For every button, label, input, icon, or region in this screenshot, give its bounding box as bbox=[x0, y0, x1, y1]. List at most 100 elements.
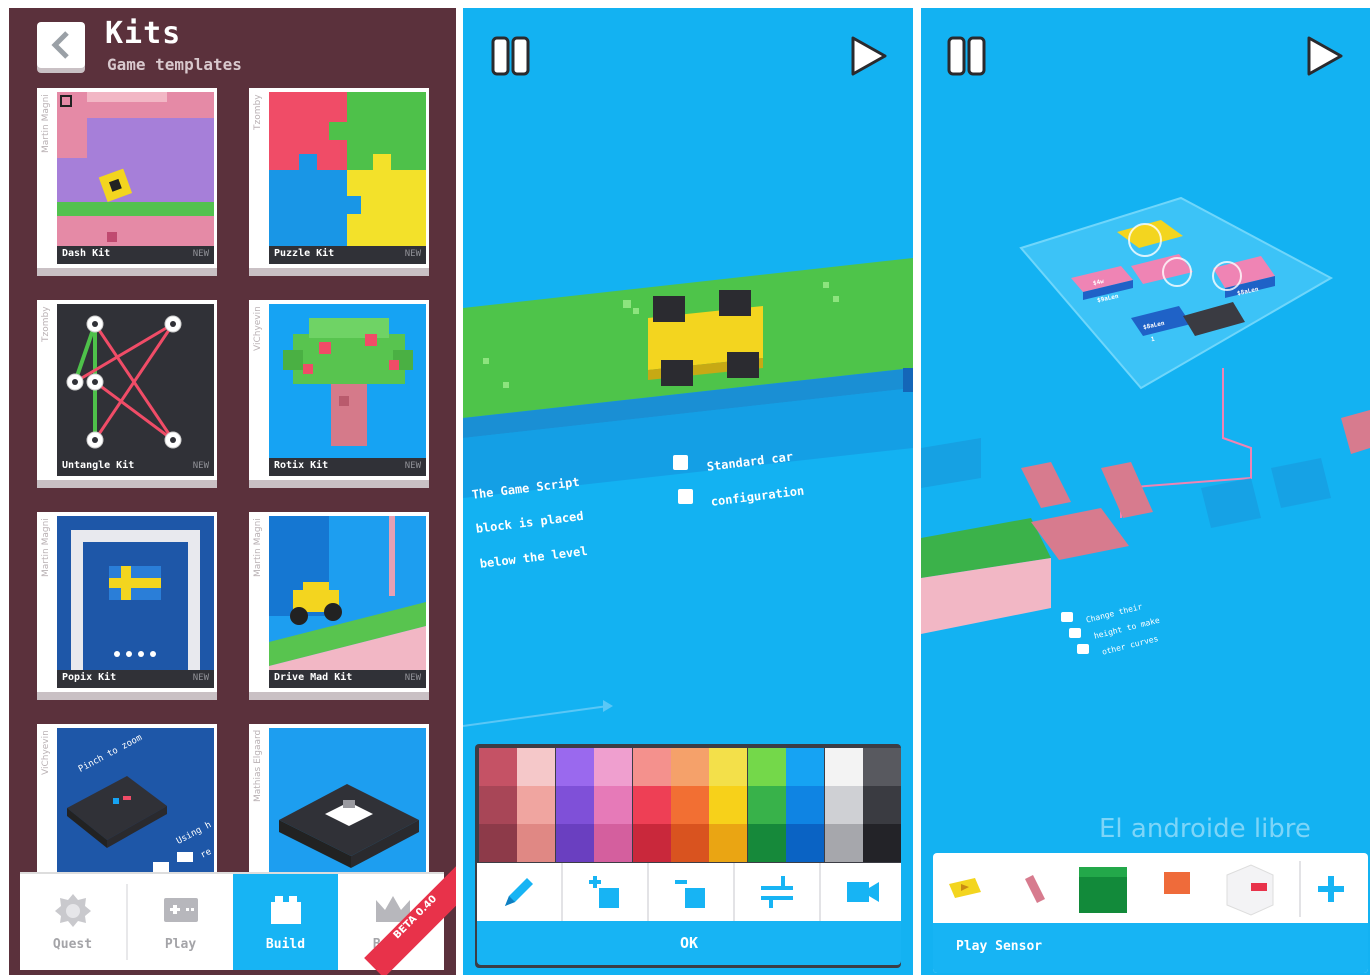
back-button[interactable] bbox=[37, 22, 85, 68]
pencil-icon bbox=[505, 878, 533, 906]
card-author: Tzomby bbox=[41, 306, 51, 342]
white-block-item[interactable] bbox=[1219, 861, 1279, 917]
color-swatch[interactable] bbox=[786, 748, 825, 786]
card-label-bar: Drive Mad Kit NEW bbox=[269, 670, 426, 688]
card-title: Puzzle Kit bbox=[274, 248, 335, 259]
color-swatch[interactable] bbox=[671, 748, 709, 786]
play-sensor-item[interactable] bbox=[935, 861, 995, 917]
card-thumbnail bbox=[269, 516, 426, 672]
card-title: Drive Mad Kit bbox=[274, 672, 353, 683]
sensor-block bbox=[1077, 644, 1089, 654]
block-icon bbox=[271, 896, 301, 924]
orange-block-item[interactable] bbox=[1147, 861, 1207, 917]
tab-build[interactable]: Build bbox=[233, 874, 338, 970]
color-swatch[interactable] bbox=[555, 748, 594, 786]
kit-card-drive-mad[interactable]: Martin Magni Drive Mad Kit NEW bbox=[249, 512, 429, 692]
play-icon[interactable] bbox=[1303, 34, 1345, 78]
color-swatch[interactable] bbox=[747, 748, 786, 786]
kit-card-untangle[interactable]: Tzomby Untangle Kit NEW bbox=[37, 300, 217, 480]
color-swatch[interactable] bbox=[824, 786, 863, 824]
tab-play[interactable]: Play bbox=[128, 874, 233, 970]
color-swatch[interactable] bbox=[863, 748, 901, 786]
kit-card-rotix[interactable]: ViChyevin Rotix Kit NEW bbox=[249, 300, 429, 480]
card-thumbnail bbox=[269, 728, 426, 884]
color-swatch[interactable] bbox=[824, 748, 863, 786]
color-swatch[interactable] bbox=[479, 786, 517, 824]
kit-card-popix[interactable]: Martin Magni Popix Kit NEW bbox=[37, 512, 217, 692]
color-swatch[interactable] bbox=[709, 748, 748, 786]
card-label-bar: Untangle Kit NEW bbox=[57, 458, 214, 476]
color-swatch[interactable] bbox=[747, 786, 786, 824]
editor-screen: The Game Script block is placed below th… bbox=[463, 8, 913, 975]
color-swatch[interactable] bbox=[594, 748, 633, 786]
kit-card-puzzle[interactable]: Tzomby Puzzle Kit NEW bbox=[249, 88, 429, 268]
color-swatch[interactable] bbox=[632, 748, 671, 786]
tab-quest[interactable]: Quest bbox=[20, 874, 125, 970]
color-swatch[interactable] bbox=[594, 786, 633, 824]
camera-icon bbox=[847, 882, 879, 902]
add-item-button[interactable] bbox=[1299, 861, 1361, 917]
card-author: ViChyevin bbox=[253, 306, 263, 351]
pink-block-item[interactable] bbox=[1005, 861, 1065, 917]
page-title: Kits bbox=[105, 16, 182, 51]
card-title: Dash Kit bbox=[62, 248, 111, 259]
color-swatch[interactable] bbox=[709, 786, 748, 824]
chevron-left-icon bbox=[51, 31, 69, 59]
color-swatch[interactable] bbox=[517, 786, 556, 824]
green-block-icon bbox=[1079, 867, 1127, 913]
play-sensor-icon bbox=[949, 878, 981, 898]
pencil-tool-button[interactable] bbox=[477, 863, 563, 921]
card-author: Martin Magni bbox=[41, 518, 51, 577]
swap-icon bbox=[761, 876, 793, 908]
remove-block-button[interactable] bbox=[649, 863, 735, 921]
color-swatch[interactable] bbox=[479, 824, 517, 862]
color-swatch[interactable] bbox=[517, 748, 556, 786]
camera-button[interactable] bbox=[821, 863, 905, 921]
card-author: Martin Magni bbox=[41, 94, 51, 153]
card-author: Mathias Elgaard bbox=[253, 730, 263, 803]
color-swatch[interactable] bbox=[555, 786, 594, 824]
new-badge: NEW bbox=[192, 461, 209, 471]
swap-button[interactable] bbox=[735, 863, 821, 921]
color-swatch[interactable] bbox=[863, 824, 901, 862]
tab-label: Play bbox=[164, 937, 197, 952]
page-subtitle: Game templates bbox=[107, 55, 242, 74]
tab-label: Build bbox=[265, 937, 306, 952]
card-label-bar: Rotix Kit NEW bbox=[269, 458, 426, 476]
ok-button[interactable]: OK bbox=[477, 921, 901, 965]
color-swatch[interactable] bbox=[671, 824, 709, 862]
quest-icon bbox=[55, 894, 91, 927]
color-swatch[interactable] bbox=[709, 824, 748, 862]
color-swatch[interactable] bbox=[594, 824, 633, 862]
play-icon[interactable] bbox=[847, 34, 889, 78]
pink-block-icon bbox=[1025, 875, 1045, 903]
color-swatch[interactable] bbox=[517, 824, 556, 862]
color-swatch[interactable] bbox=[555, 824, 594, 862]
editor-toolbar bbox=[477, 863, 901, 921]
card-label-bar: Puzzle Kit NEW bbox=[269, 246, 426, 264]
color-swatch[interactable] bbox=[824, 824, 863, 862]
color-swatch[interactable] bbox=[479, 748, 517, 786]
color-swatch[interactable] bbox=[632, 824, 671, 862]
card-thumbnail bbox=[269, 304, 426, 460]
new-badge: NEW bbox=[192, 673, 209, 683]
new-badge: NEW bbox=[192, 249, 209, 259]
color-swatch[interactable] bbox=[632, 786, 671, 824]
green-block-item[interactable] bbox=[1073, 861, 1133, 917]
card-thumbnail: Pinch to zoom Using h re bbox=[57, 728, 214, 884]
orange-block-icon bbox=[1160, 872, 1194, 906]
kit-card-dash[interactable]: Martin Magni Dash Kit NEW bbox=[37, 88, 217, 268]
color-swatch[interactable] bbox=[863, 786, 901, 824]
tab-label: Quest bbox=[52, 937, 93, 952]
pause-icon[interactable] bbox=[947, 34, 987, 78]
add-block-button[interactable] bbox=[563, 863, 649, 921]
card-label-bar: Dash Kit NEW bbox=[57, 246, 214, 264]
color-swatch[interactable] bbox=[747, 824, 786, 862]
card-title: Untangle Kit bbox=[62, 460, 135, 471]
logic-screen: $4w $9aLen $8aLen 1 $8aLen Change their … bbox=[921, 8, 1370, 975]
color-swatch[interactable] bbox=[786, 786, 825, 824]
pause-icon[interactable] bbox=[491, 34, 531, 78]
color-swatch[interactable] bbox=[671, 786, 709, 824]
plus-icon bbox=[1318, 876, 1344, 902]
color-swatch[interactable] bbox=[786, 824, 825, 862]
